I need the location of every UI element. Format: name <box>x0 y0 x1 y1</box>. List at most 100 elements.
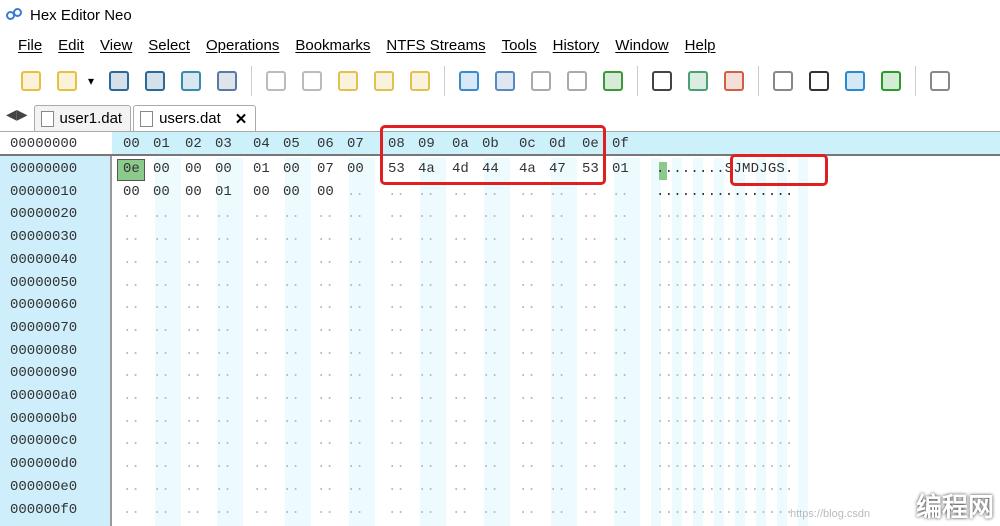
ascii-text[interactable]: ................ <box>656 294 794 316</box>
menu-operations[interactable]: Operations <box>206 37 279 54</box>
hex-byte[interactable]: 00 <box>317 181 334 203</box>
hex-byte[interactable]: .. <box>418 408 435 430</box>
hex-byte[interactable]: .. <box>347 272 364 294</box>
hex-byte[interactable]: .. <box>452 203 469 225</box>
close-icon[interactable]: ✕ <box>235 110 248 128</box>
hex-view[interactable]: 00000000 00 01 02 03 04 05 06 07 08 09 0a 0b 0c 0d 0e 0f… <box>0 125 1000 526</box>
hex-byte[interactable]: .. <box>452 385 469 407</box>
hex-byte[interactable]: .. <box>388 408 405 430</box>
hex-byte[interactable]: .. <box>388 226 405 248</box>
hex-byte[interactable]: .. <box>388 453 405 475</box>
hex-byte[interactable]: .. <box>388 317 405 339</box>
menu-bookmarks[interactable]: Bookmarks <box>295 37 370 54</box>
hex-byte[interactable]: .. <box>388 340 405 362</box>
hex-byte[interactable]: .. <box>452 249 469 271</box>
menu-ntfs-streams[interactable]: NTFS Streams <box>386 37 485 54</box>
hex-byte[interactable]: .. <box>582 499 599 521</box>
hex-byte[interactable]: .. <box>519 430 536 452</box>
hex-byte[interactable]: 00 <box>253 181 270 203</box>
hex-byte[interactable]: .. <box>347 499 364 521</box>
hex-byte[interactable]: .. <box>253 476 270 498</box>
hex-byte[interactable]: .. <box>347 408 364 430</box>
hex-byte[interactable]: .. <box>452 362 469 384</box>
hex-byte[interactable]: .. <box>123 294 140 316</box>
hex-byte[interactable]: 00 <box>185 181 202 203</box>
ascii-text[interactable]: ................ <box>656 430 794 452</box>
hex-byte[interactable]: .. <box>418 272 435 294</box>
pen-icon[interactable] <box>876 66 906 96</box>
hex-byte[interactable]: .. <box>418 317 435 339</box>
hex-byte[interactable]: .. <box>153 340 170 362</box>
hex-byte[interactable]: .. <box>482 272 499 294</box>
hex-byte[interactable]: .. <box>215 385 232 407</box>
hex-byte[interactable]: 07 <box>317 158 334 180</box>
hex-byte[interactable]: .. <box>519 317 536 339</box>
hex-byte[interactable]: .. <box>185 453 202 475</box>
hex-byte[interactable]: .. <box>153 272 170 294</box>
hex-byte[interactable]: 00 <box>153 158 170 180</box>
hex-byte[interactable]: .. <box>388 385 405 407</box>
hex-byte[interactable]: .. <box>612 362 629 384</box>
hex-byte[interactable]: .. <box>283 430 300 452</box>
save-icon[interactable] <box>104 66 134 96</box>
hex-byte[interactable]: .. <box>123 226 140 248</box>
edit-icon[interactable] <box>333 66 363 96</box>
hex-byte[interactable]: .. <box>215 453 232 475</box>
hex-byte[interactable]: .. <box>347 317 364 339</box>
hex-byte[interactable]: .. <box>283 317 300 339</box>
hex-byte[interactable]: .. <box>123 385 140 407</box>
hex-byte[interactable]: .. <box>519 453 536 475</box>
hex-byte[interactable]: 00 <box>347 158 364 180</box>
hex-byte[interactable]: .. <box>347 181 364 203</box>
hex-byte[interactable]: .. <box>519 203 536 225</box>
settings-icon[interactable] <box>683 66 713 96</box>
hex-byte[interactable]: .. <box>317 249 334 271</box>
hex-byte[interactable]: .. <box>388 476 405 498</box>
hex-byte[interactable]: .. <box>549 226 566 248</box>
hex-byte[interactable]: .. <box>519 362 536 384</box>
hex-byte[interactable]: .. <box>185 272 202 294</box>
find-next-icon[interactable] <box>526 66 556 96</box>
hex-byte[interactable]: .. <box>549 203 566 225</box>
menu-edit[interactable]: Edit <box>58 37 84 54</box>
hex-byte[interactable]: .. <box>582 249 599 271</box>
hex-byte[interactable]: .. <box>317 430 334 452</box>
hex-byte[interactable]: .. <box>185 226 202 248</box>
open-file-icon[interactable] <box>52 66 82 96</box>
binary-icon[interactable] <box>804 66 834 96</box>
hex-byte[interactable]: .. <box>317 317 334 339</box>
hex-byte[interactable]: .. <box>482 476 499 498</box>
help-f1-icon[interactable] <box>925 66 955 96</box>
hex-byte[interactable]: .. <box>388 203 405 225</box>
hex-byte[interactable]: .. <box>317 408 334 430</box>
hex-byte[interactable]: .. <box>317 340 334 362</box>
ascii-text[interactable]: ................ <box>656 408 794 430</box>
hex-byte[interactable]: .. <box>519 272 536 294</box>
hex-byte[interactable]: .. <box>153 385 170 407</box>
hex-byte[interactable]: 00 <box>283 181 300 203</box>
hex-byte[interactable]: .. <box>482 362 499 384</box>
hex-byte[interactable]: .. <box>482 385 499 407</box>
hex-byte[interactable]: .. <box>452 430 469 452</box>
hex-byte[interactable]: .. <box>347 249 364 271</box>
hex-byte[interactable]: .. <box>482 408 499 430</box>
hex-byte[interactable]: .. <box>549 476 566 498</box>
hex-byte[interactable]: .. <box>418 499 435 521</box>
hex-byte[interactable]: .. <box>582 476 599 498</box>
hex-byte[interactable]: .. <box>215 408 232 430</box>
hex-byte[interactable]: .. <box>482 249 499 271</box>
hex-byte[interactable]: .. <box>612 272 629 294</box>
hex-byte[interactable]: .. <box>283 272 300 294</box>
hex-byte[interactable]: .. <box>549 362 566 384</box>
hex-byte[interactable]: .. <box>253 272 270 294</box>
hex-byte[interactable]: .. <box>582 294 599 316</box>
hex-byte[interactable]: .. <box>482 499 499 521</box>
hex-byte[interactable]: .. <box>482 226 499 248</box>
hex-byte[interactable]: .. <box>519 476 536 498</box>
hex-byte[interactable]: 01 <box>215 181 232 203</box>
hex-byte[interactable]: .. <box>612 340 629 362</box>
hex-byte[interactable]: .. <box>153 249 170 271</box>
tab-users-dat[interactable]: users.dat ✕ <box>133 105 257 131</box>
hex-byte[interactable]: .. <box>283 362 300 384</box>
paste-icon[interactable] <box>405 66 435 96</box>
